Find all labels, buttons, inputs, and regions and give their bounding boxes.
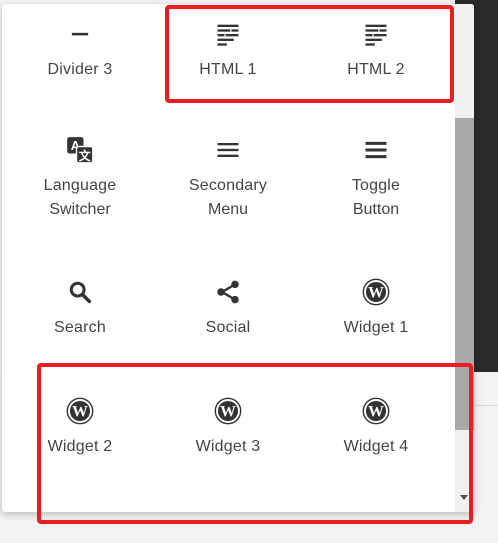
svg-text:W: W	[368, 285, 384, 302]
html-icon	[217, 24, 239, 46]
wordpress-icon: W	[214, 397, 242, 425]
item-label: Social	[205, 319, 251, 336]
item-search[interactable]: Search	[6, 278, 154, 340]
item-label: Widget 2	[47, 438, 113, 455]
svg-text:W: W	[72, 404, 88, 421]
html-icon	[365, 24, 387, 46]
translate-icon: A 文	[67, 137, 94, 164]
wordpress-icon: W	[362, 397, 390, 425]
item-language-switcher[interactable]: A 文 Language Switcher	[6, 136, 154, 222]
item-label: Search	[54, 319, 106, 336]
wordpress-icon: W	[66, 397, 94, 425]
divider-icon	[71, 32, 89, 36]
item-label-line-2: Button	[352, 201, 400, 218]
item-toggle-button[interactable]: Toggle Button	[302, 136, 450, 222]
item-widget-2[interactable]: W Widget 2	[6, 397, 154, 459]
item-divider-3[interactable]: Divider 3	[6, 20, 154, 82]
item-secondary-menu[interactable]: Secondary Menu	[154, 136, 302, 222]
item-html-2[interactable]: HTML 2	[302, 20, 450, 82]
item-widget-1[interactable]: W Widget 1	[302, 278, 450, 340]
item-label-line-1: Toggle	[351, 177, 401, 194]
wordpress-icon: W	[362, 278, 390, 306]
item-html-1[interactable]: HTML 1	[154, 20, 302, 82]
item-label: HTML 2	[347, 61, 405, 78]
item-label: Widget 1	[343, 319, 409, 336]
item-label: Divider 3	[47, 61, 113, 78]
item-label-line-1: Secondary	[188, 177, 268, 194]
scroll-down-arrow-icon[interactable]	[460, 495, 468, 500]
svg-text:文: 文	[78, 149, 91, 163]
item-label-line-1: Language	[43, 177, 117, 194]
menu-icon	[365, 141, 387, 159]
item-widget-4[interactable]: W Widget 4	[302, 397, 450, 459]
svg-text:W: W	[220, 404, 236, 421]
item-label: Widget 3	[195, 438, 261, 455]
share-icon	[217, 280, 239, 304]
element-picker-panel: Divider 3 HTML 1 HTML 2 A 文 Language Swi…	[2, 4, 474, 512]
scrollbar[interactable]	[455, 4, 474, 512]
menu-icon	[217, 143, 239, 157]
item-widget-3[interactable]: W Widget 3	[154, 397, 302, 459]
item-social[interactable]: Social	[154, 278, 302, 340]
item-label: HTML 1	[199, 61, 257, 78]
search-icon	[69, 281, 92, 304]
scrollbar-thumb[interactable]	[455, 118, 474, 430]
svg-text:W: W	[368, 404, 384, 421]
item-label: Widget 4	[343, 438, 409, 455]
item-label-line-2: Menu	[207, 201, 249, 218]
item-label-line-2: Switcher	[49, 201, 111, 218]
